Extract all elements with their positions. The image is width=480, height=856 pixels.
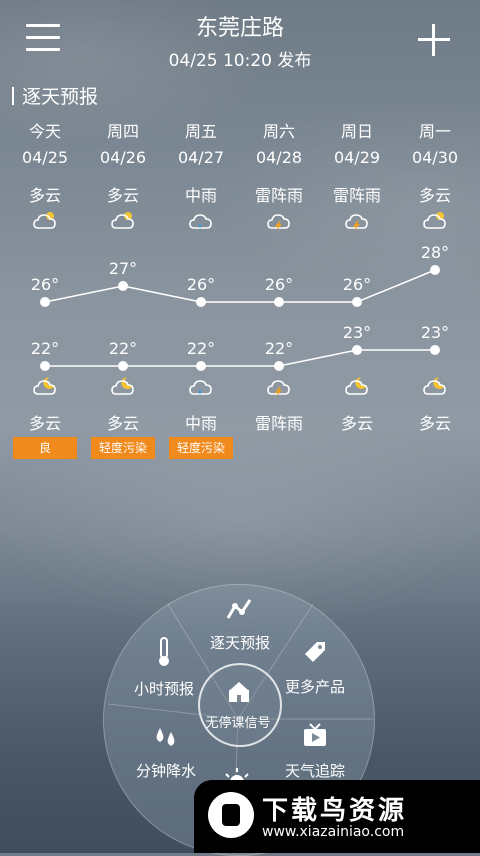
- trend-icon: [226, 599, 252, 619]
- low-temp-point: [430, 345, 440, 355]
- high-temp-point: [352, 297, 362, 307]
- day-weather-label: 多云: [418, 186, 451, 205]
- high-temp-label: 27°: [109, 259, 137, 278]
- aqi-badge: 良: [13, 437, 77, 459]
- section-title: 逐天预报: [12, 82, 98, 109]
- class-signal-label: 无停课信号: [205, 716, 271, 731]
- watermark-logo-icon: [208, 792, 254, 838]
- low-temp-point: [274, 361, 284, 371]
- night-weather-label: 中雨: [184, 414, 217, 433]
- date-label: 04/25: [21, 148, 69, 167]
- school-icon: [229, 682, 249, 702]
- weekday-label: 周四: [106, 122, 139, 141]
- high-temp-label: 26°: [265, 275, 293, 294]
- high-temp-label: 26°: [187, 275, 215, 294]
- low-temp-point: [196, 361, 206, 371]
- night-weather-label: 多云: [28, 414, 61, 433]
- cloud-sun-icon: [110, 210, 134, 230]
- publish-time: 04/25 10:20 发布: [168, 51, 312, 71]
- high-temp-line: [44, 269, 436, 303]
- add-location-button[interactable]: [416, 22, 452, 58]
- weekday-label: 今天: [28, 122, 61, 141]
- high-temp-point: [430, 265, 440, 275]
- aqi-badge: 轻度污染: [169, 437, 233, 459]
- date-label: 04/26: [99, 148, 147, 167]
- weekday-label: 周日: [340, 122, 373, 141]
- day-weather-label: 中雨: [184, 186, 217, 205]
- low-temp-label: 22°: [31, 339, 59, 358]
- weekday-label: 周五: [184, 122, 217, 141]
- day-weather-label: 多云: [106, 186, 139, 205]
- aqi-badge: 轻度污染: [91, 437, 155, 459]
- raindrops-icon: [156, 728, 175, 746]
- low-temp-label: 22°: [109, 339, 137, 358]
- cloud-sun-icon: [32, 210, 56, 230]
- location-title: 东莞庄路: [195, 16, 284, 41]
- night-weather-label: 雷阵雨: [254, 414, 303, 433]
- high-temp-label: 26°: [343, 275, 371, 294]
- high-temp-point: [40, 297, 50, 307]
- low-temp-point: [118, 361, 128, 371]
- day-weather-label: 雷阵雨: [254, 186, 303, 205]
- low-temp-label: 22°: [265, 339, 293, 358]
- thunderstorm-icon: [266, 210, 290, 231]
- low-temp-label: 23°: [343, 323, 371, 342]
- high-temp-point: [118, 281, 128, 291]
- low-temp-line: [45, 349, 435, 367]
- day-weather-label: 多云: [28, 186, 61, 205]
- date-label: 04/30: [411, 148, 459, 167]
- date-label: 04/29: [333, 148, 381, 167]
- night-weather-label: 多云: [340, 414, 373, 433]
- thunderstorm-icon: [344, 210, 368, 231]
- high-temp-label: 28°: [421, 243, 449, 262]
- wheel-more-products[interactable]: 更多产品: [270, 638, 360, 697]
- night-weather-label: 多云: [418, 414, 451, 433]
- date-label: 04/28: [255, 148, 303, 167]
- watermark-url: www.xiazainiao.com: [262, 824, 405, 840]
- temperature-chart: 26° 27° 26° 26° 26° 28° 22° 22° 22° 22° 23° 23°: [31, 243, 449, 371]
- wheel-hourly-forecast[interactable]: 小时预报: [120, 636, 208, 699]
- high-temp-label: 26°: [31, 275, 59, 294]
- tag-icon: [305, 642, 325, 662]
- class-signal-button[interactable]: [198, 663, 282, 747]
- low-temp-point: [40, 361, 50, 371]
- high-temp-point: [196, 297, 206, 307]
- low-temp-point: [352, 345, 362, 355]
- rain-icon: [188, 210, 212, 230]
- weekday-label: 周一: [418, 122, 451, 141]
- high-temp-point: [274, 297, 284, 307]
- low-temp-label: 22°: [187, 339, 215, 358]
- cloud-sun-icon: [422, 210, 446, 230]
- date-label: 04/27: [177, 148, 225, 167]
- watermark-title: 下载鸟资源: [262, 796, 408, 826]
- night-weather-label: 多云: [106, 414, 139, 433]
- low-temp-label: 23°: [421, 323, 449, 342]
- tv-icon: [304, 723, 326, 746]
- wheel-weather-tracking[interactable]: 天气追踪: [270, 722, 360, 781]
- wheel-minute-precip[interactable]: 分钟降水: [122, 724, 210, 781]
- day-weather-label: 雷阵雨: [332, 186, 381, 205]
- weekday-label: 周六: [262, 122, 295, 141]
- thermometer-icon: [159, 637, 169, 666]
